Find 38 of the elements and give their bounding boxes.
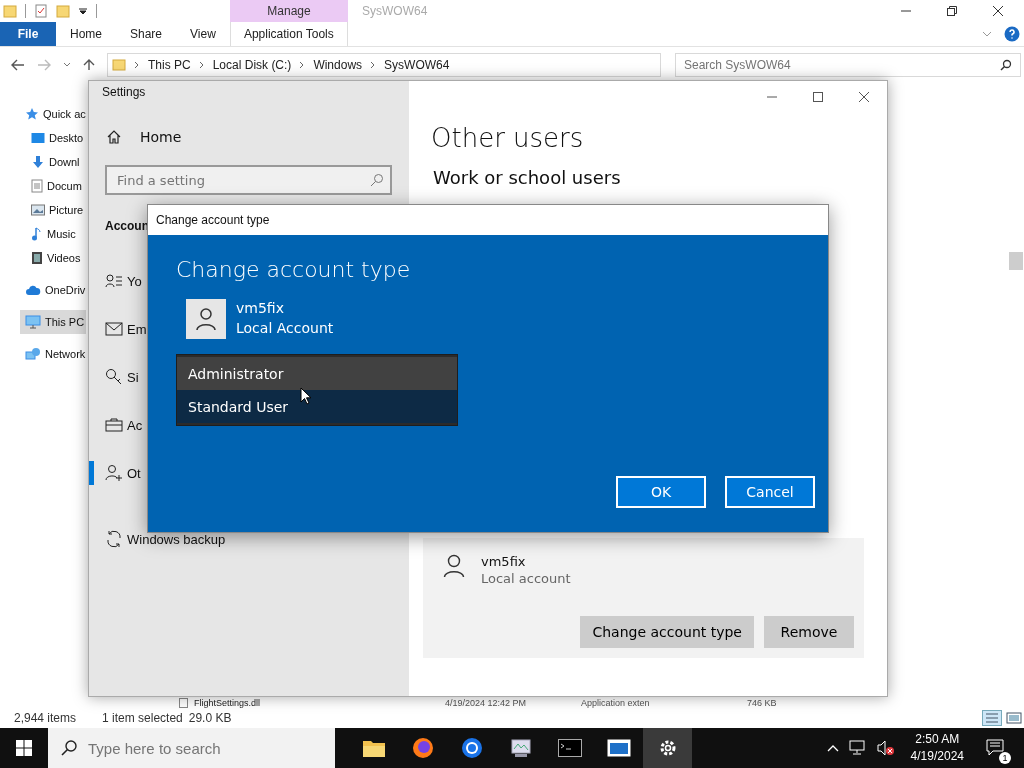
account-type: Local account xyxy=(481,571,571,586)
nav-label: Ot xyxy=(127,465,141,481)
account-type: Local Account xyxy=(236,319,334,338)
notification-count: 1 xyxy=(999,752,1011,764)
nav-label: Quick ac xyxy=(43,108,86,120)
nav-label: Em xyxy=(127,321,147,337)
nav-label: Picture xyxy=(49,204,84,216)
section-heading: Work or school users xyxy=(432,167,622,188)
table-cell-text: FlightSettings.dll xyxy=(194,698,262,708)
selection-info: 1 item selected xyxy=(102,711,183,725)
section-heading: Accoun xyxy=(105,219,149,233)
nav-label: Deskto xyxy=(49,132,84,144)
nav-label: Ac xyxy=(127,417,143,433)
window-title: SysWOW64 xyxy=(362,4,428,18)
item-count: 2,944 items xyxy=(14,711,77,725)
time: 2:50 AM xyxy=(915,731,960,748)
window-title: Settings xyxy=(101,85,147,99)
nav-label: Videos xyxy=(47,252,81,264)
table-cell-text: Application exten xyxy=(581,698,651,708)
context-tab-header: Manage xyxy=(230,0,348,22)
selection-size: 29.0 KB xyxy=(188,711,232,725)
nav-label: Windows backup xyxy=(127,531,226,547)
user-name: vm5fix xyxy=(236,299,285,318)
user-name: vm5fix xyxy=(481,554,527,569)
nav-label: Downl xyxy=(49,156,80,168)
table-cell-text: 4/19/2024 12:42 PM xyxy=(445,698,528,708)
table-cell: 746 KB xyxy=(747,698,777,708)
nav-label: OneDriv xyxy=(45,284,86,296)
date: 4/19/2024 xyxy=(910,748,964,765)
nav-label: This PC xyxy=(45,316,85,328)
dialog-heading: Change account type xyxy=(176,257,412,282)
nav-label: Music xyxy=(47,228,76,240)
page-title: Other users xyxy=(431,123,585,153)
nav-label: Yo xyxy=(127,273,142,289)
nav-label: Docum xyxy=(47,180,82,192)
nav-label: Network xyxy=(45,348,86,360)
dialog-title: Change account type xyxy=(156,213,270,227)
nav-label: Si xyxy=(127,369,139,385)
